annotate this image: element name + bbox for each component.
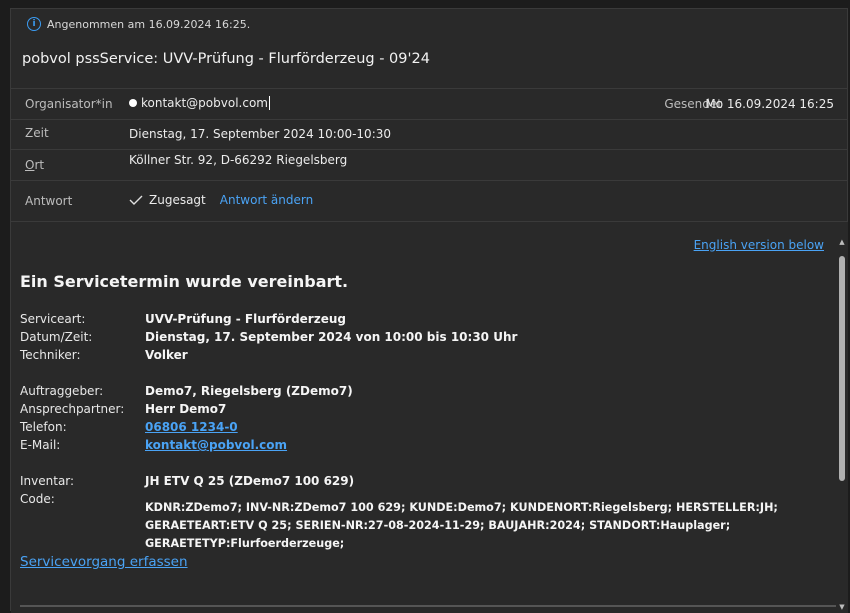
divider — [20, 605, 836, 607]
client-label: Auftraggeber: — [20, 384, 104, 398]
scroll-up-arrow-icon[interactable]: ▲ — [838, 238, 846, 246]
response-status: Zugesagt — [149, 193, 206, 207]
time-row: Zeit Dienstag, 17. September 2024 10:00-… — [11, 119, 848, 150]
location-value: Köllner Str. 92, D-66292 Riegelsberg — [129, 153, 348, 167]
serviceart-value: UVV-Prüfung - Flurförderzeug — [145, 312, 346, 326]
phone-link[interactable]: 06806 1234-0 — [145, 420, 238, 434]
inventory-label: Inventar: — [20, 474, 75, 488]
service-record-link[interactable]: Servicevorgang erfassen — [20, 554, 188, 570]
scroll-down-arrow-icon[interactable]: ▼ — [838, 603, 846, 611]
time-label: Zeit — [25, 126, 49, 140]
datetime-value: Dienstag, 17. September 2024 von 10:00 b… — [145, 330, 518, 344]
time-value: Dienstag, 17. September 2024 10:00-10:30 — [129, 127, 392, 141]
technician-label: Techniker: — [20, 348, 81, 362]
response-value: Zugesagt Antwort ändern — [129, 193, 313, 207]
organizer-label: Organisator*in — [25, 97, 113, 111]
email-label: E-Mail: — [20, 438, 61, 452]
code-label: Code: — [20, 492, 55, 506]
acceptance-notice-text: Angenommen am 16.09.2024 16:25. — [47, 17, 251, 31]
info-icon: i — [27, 17, 41, 31]
message-window: i Angenommen am 16.09.2024 16:25. pobvol… — [10, 8, 848, 613]
code-value: KDNR:ZDemo7; INV-NR:ZDemo7 100 629; KUND… — [145, 501, 778, 550]
presence-dot-icon — [129, 99, 137, 107]
change-response-link[interactable]: Antwort ändern — [220, 193, 313, 207]
organizer-row: Organisator*in kontakt@pobvol.com Gesend… — [11, 88, 848, 120]
organizer-email[interactable]: kontakt@pobvol.com — [141, 96, 270, 110]
checkmark-icon — [129, 195, 143, 205]
client-value: Demo7, Riegelsberg (ZDemo7) — [145, 384, 353, 398]
phone-label: Telefon: — [20, 420, 67, 434]
serviceart-label: Serviceart: — [20, 312, 86, 326]
technician-value: Volker — [145, 348, 188, 362]
vertical-scrollbar[interactable]: ▲ ▼ — [838, 238, 846, 611]
inventory-value: JH ETV Q 25 (ZDemo7 100 629) — [145, 474, 355, 488]
response-row: Antwort Zugesagt Antwort ändern — [11, 180, 848, 222]
contact-value: Herr Demo7 — [145, 402, 227, 416]
english-version-link[interactable]: English version below — [694, 238, 824, 252]
datetime-label: Datum/Zeit: — [20, 330, 93, 344]
acceptance-notice: i Angenommen am 16.09.2024 16:25. — [27, 15, 250, 33]
email-link[interactable]: kontakt@pobvol.com — [145, 438, 287, 452]
message-subject: pobvol pssService: UVV-Prüfung - Flurför… — [22, 51, 430, 67]
contact-label: Ansprechpartner: — [20, 402, 125, 416]
scrollbar-thumb[interactable] — [839, 256, 845, 481]
organizer-value[interactable]: kontakt@pobvol.com — [129, 96, 270, 110]
sent-value: Mo 16.09.2024 16:25 — [705, 97, 834, 111]
location-row: Ort Köllner Str. 92, D-66292 Riegelsberg — [11, 149, 848, 181]
response-label: Antwort — [25, 194, 73, 208]
message-body: English version below Ein Servicetermin … — [11, 221, 848, 613]
body-heading: Ein Servicetermin wurde vereinbart. — [20, 272, 349, 291]
location-label: Ort — [25, 158, 45, 172]
